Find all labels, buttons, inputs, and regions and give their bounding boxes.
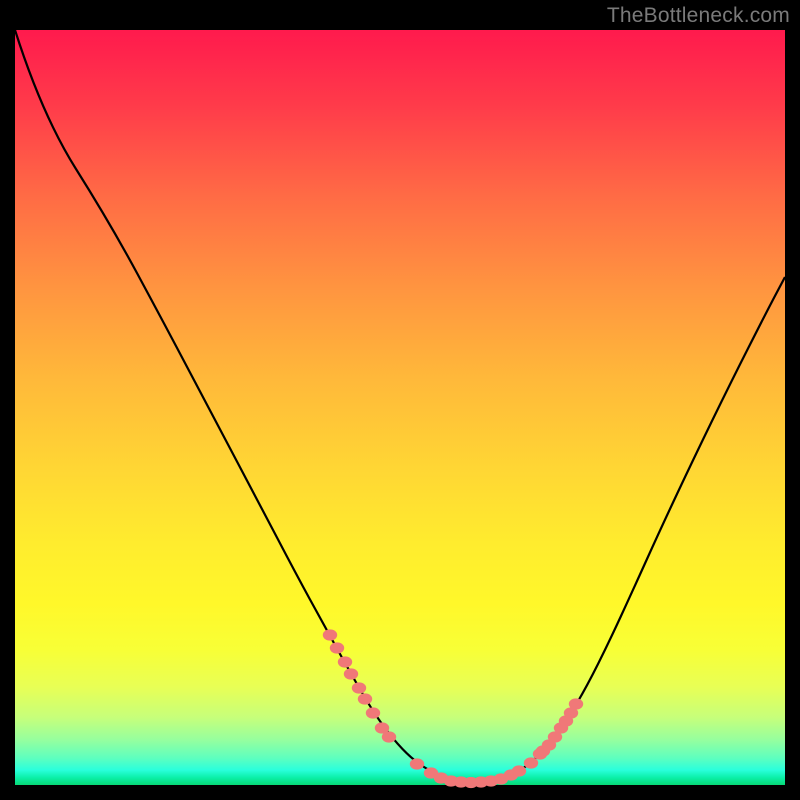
- curve-marker: [338, 656, 352, 667]
- curve-marker: [323, 629, 337, 640]
- curve-marker: [352, 682, 366, 693]
- curve-marker: [344, 668, 358, 679]
- curve-marker: [410, 758, 424, 769]
- plot-area: [15, 30, 785, 785]
- watermark-text: TheBottleneck.com: [607, 4, 790, 28]
- curve-marker: [382, 731, 396, 742]
- curve-marker: [512, 765, 526, 776]
- curve-markers: [323, 629, 583, 788]
- curve-marker: [569, 698, 583, 709]
- chart-frame: TheBottleneck.com: [0, 0, 800, 800]
- curve-marker: [524, 757, 538, 768]
- curve-marker: [358, 693, 372, 704]
- bottleneck-curve: [15, 30, 785, 782]
- curve-marker: [366, 707, 380, 718]
- chart-svg: [15, 30, 785, 785]
- curve-marker: [330, 642, 344, 653]
